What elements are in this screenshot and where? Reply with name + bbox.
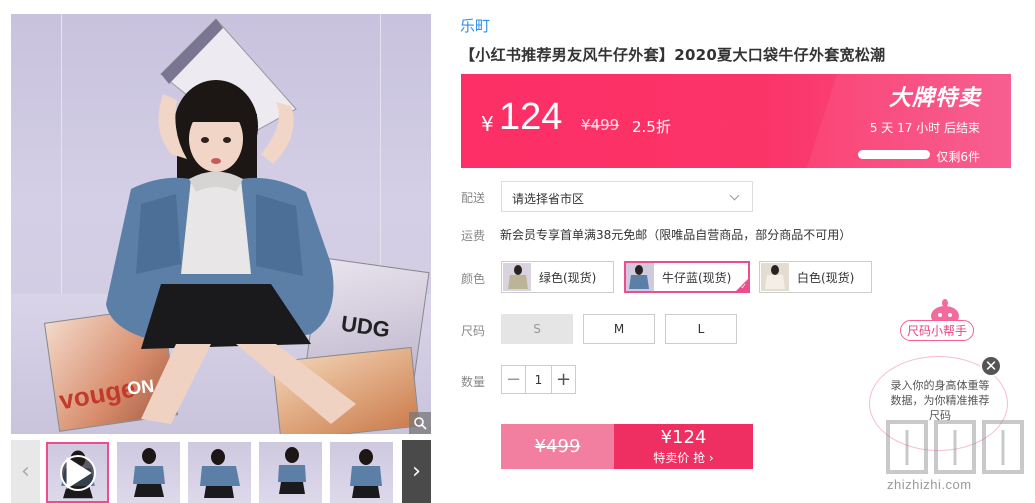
play-icon xyxy=(66,457,92,489)
color-option-label: 白色(现货) xyxy=(797,270,855,285)
model-figure xyxy=(106,18,356,424)
close-icon[interactable]: ✕ xyxy=(980,355,1002,377)
price-banner: ¥ 124 ¥499 2.5折 大牌特卖 5 天 17 小时 后结束 仅剩6件 xyxy=(461,74,1011,168)
product-title: 【小红书推荐男友风牛仔外套】2020夏大口袋牛仔外套宽松潮 xyxy=(460,46,886,64)
chevron-down-icon xyxy=(729,190,740,201)
color-option-white[interactable]: 白色(现货) xyxy=(759,261,872,293)
thumbnail[interactable] xyxy=(259,442,322,503)
quantity-label: 数量 xyxy=(461,375,486,389)
color-label: 颜色 xyxy=(461,272,486,286)
quantity-input[interactable]: 1 xyxy=(525,366,552,393)
discount-rate: 2.5折 xyxy=(632,118,671,136)
magnifier-icon xyxy=(414,417,427,430)
color-swatch xyxy=(761,263,789,291)
quantity-increase-button[interactable]: + xyxy=(552,366,575,393)
zoom-button[interactable] xyxy=(409,412,431,434)
countdown-timer: 5 天 17 小时 后结束 xyxy=(869,121,980,135)
thumbnail-strip: ‹ › xyxy=(11,440,431,503)
checkmark-icon: ✓ xyxy=(740,282,747,291)
shipping-fee-label: 运费 xyxy=(461,229,486,243)
size-helper-tag[interactable]: 尺码小帮手 xyxy=(900,320,974,341)
currency-symbol: ¥ xyxy=(481,112,494,136)
size-label: 尺码 xyxy=(461,324,486,338)
watermark-text: zhizhizhi.com xyxy=(887,477,972,492)
shipping-fee-text: 新会员专享首单满38元免邮（限唯品自营商品，部分商品不可用） xyxy=(500,228,852,242)
thumbnail-image xyxy=(278,447,306,494)
buy-now-button[interactable]: ¥124 特卖价 抢 › xyxy=(614,424,753,469)
play-video-button[interactable] xyxy=(60,455,96,491)
stock-remaining: 仅剩6件 xyxy=(936,150,980,164)
thumbnail-image xyxy=(133,448,165,497)
thumbnail-video[interactable] xyxy=(46,442,109,503)
quantity-decrease-button[interactable]: − xyxy=(502,366,525,393)
thumbnail-prev-button[interactable]: ‹ xyxy=(11,440,40,503)
original-price-button[interactable]: ¥499 xyxy=(501,424,614,469)
original-price: ¥499 xyxy=(581,116,620,134)
brand-link[interactable]: 乐町 xyxy=(460,15,490,36)
buy-now-label: 特卖价 抢 › xyxy=(653,451,714,465)
quantity-stepper: − 1 + xyxy=(501,365,576,394)
size-option-l[interactable]: L xyxy=(665,314,737,344)
thumbnail[interactable] xyxy=(117,442,180,503)
color-swatch xyxy=(626,263,654,291)
size-option-m[interactable]: M xyxy=(583,314,655,344)
shipping-label: 配送 xyxy=(461,191,486,205)
thumbnail[interactable] xyxy=(330,442,393,503)
main-product-image[interactable]: vouge UDG ON 尼 xyxy=(11,14,431,434)
region-select-value: 请选择省市区 xyxy=(512,192,585,206)
color-swatch xyxy=(503,263,531,291)
chevron-right-icon: › xyxy=(412,459,421,484)
color-option-label: 绿色(现货) xyxy=(539,270,597,285)
buy-now-price: ¥124 xyxy=(660,427,707,448)
thumbnail-image xyxy=(200,449,240,498)
color-option-label: 牛仔蓝(现货) xyxy=(662,270,732,285)
color-option-green[interactable]: 绿色(现货) xyxy=(501,261,614,293)
flash-sale-title: 大牌特卖 xyxy=(888,86,981,111)
thumbnail-image xyxy=(350,449,382,498)
sale-price: 124 xyxy=(499,96,563,138)
thumbnail-next-button[interactable]: › xyxy=(402,440,431,503)
color-option-denim-blue[interactable]: 牛仔蓝(现货) ✓ xyxy=(624,261,750,293)
thumbnail[interactable] xyxy=(188,442,251,503)
region-select[interactable]: 请选择省市区 xyxy=(501,181,753,212)
stock-progress-bar xyxy=(858,150,930,159)
size-option-s[interactable]: S xyxy=(501,314,573,344)
chevron-left-icon: ‹ xyxy=(21,459,30,484)
